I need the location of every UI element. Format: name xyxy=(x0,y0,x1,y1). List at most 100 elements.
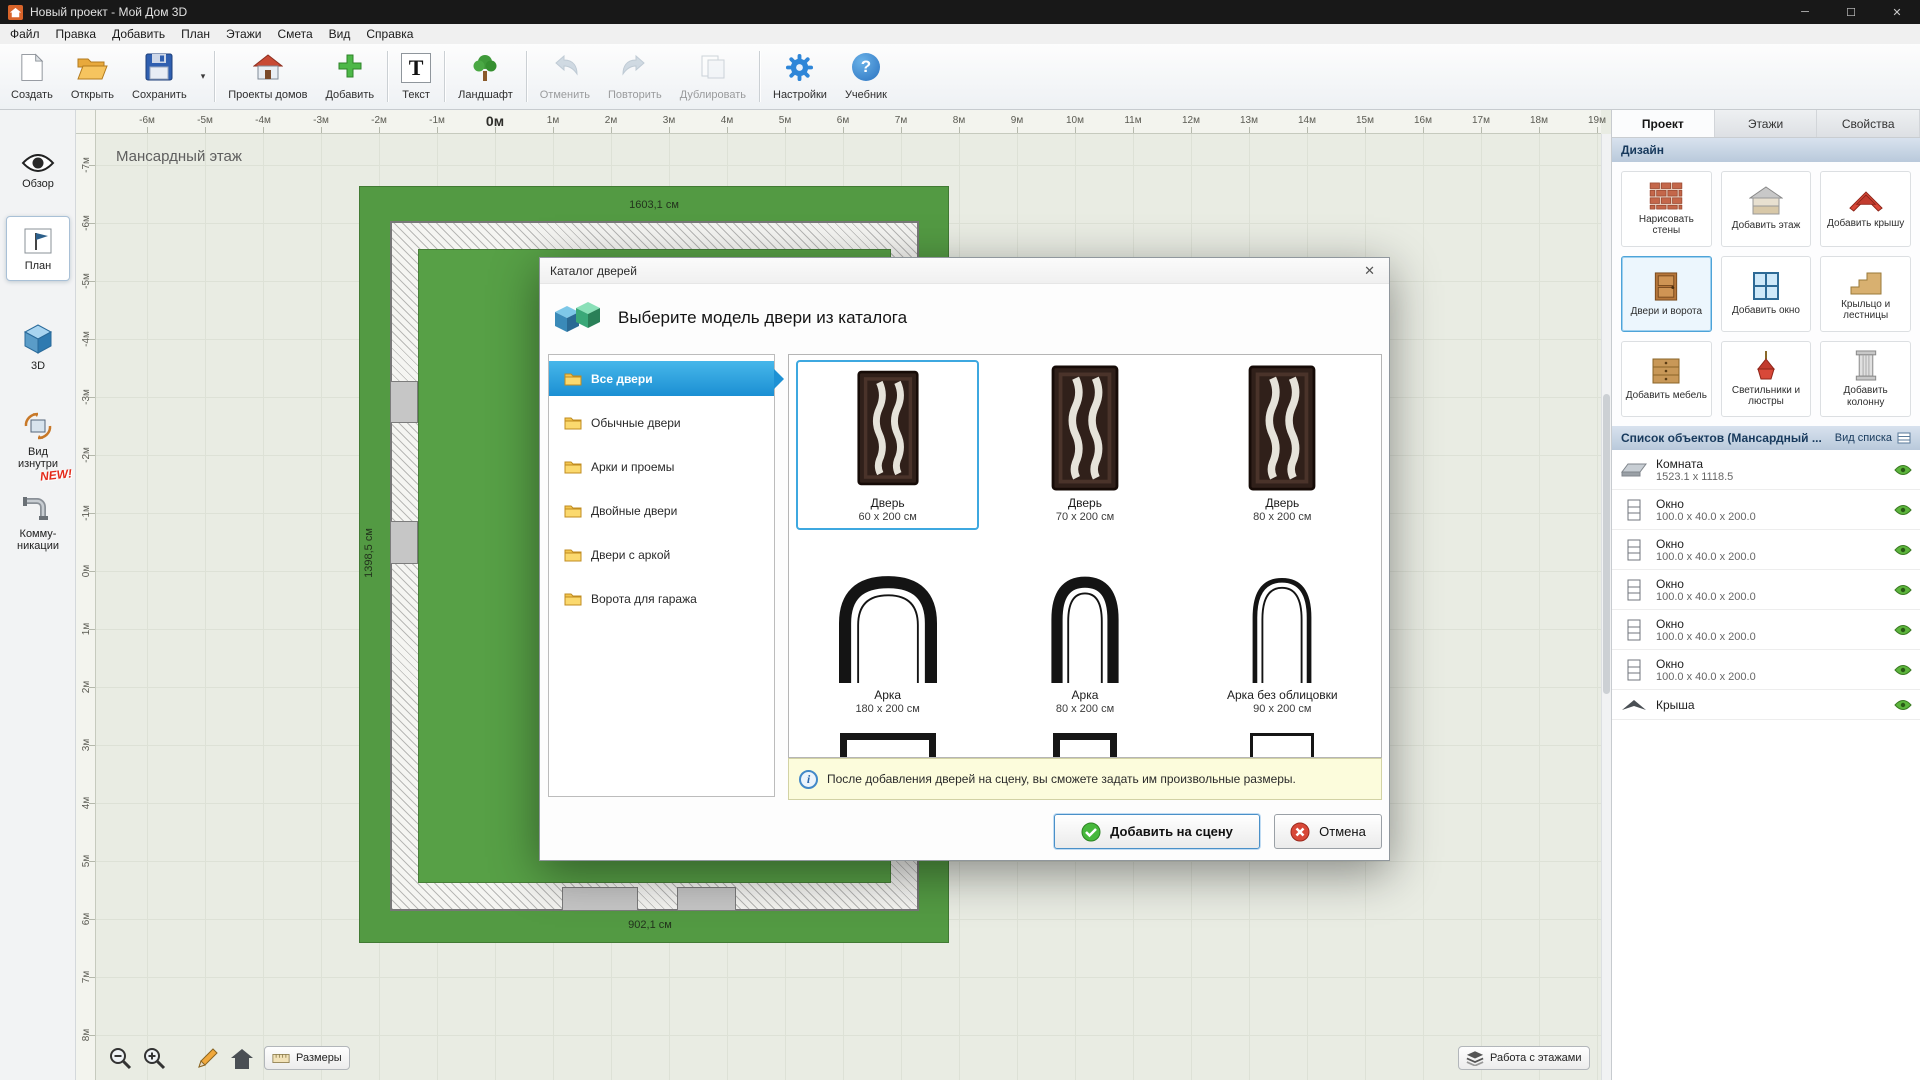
house-projects-button[interactable]: Проекты домов xyxy=(219,47,316,106)
text-icon: T xyxy=(401,53,431,83)
category-arches[interactable]: Арки и проемы xyxy=(556,449,767,484)
add-to-scene-button[interactable]: Добавить на сцену xyxy=(1054,814,1260,849)
ruler-label: 17м xyxy=(1472,115,1490,126)
menu-file[interactable]: Файл xyxy=(2,24,48,44)
visibility-eye-icon[interactable] xyxy=(1894,624,1912,636)
add-button[interactable]: Добавить xyxy=(316,47,383,106)
porch-stairs-button[interactable]: Крыльцо и лестницы xyxy=(1820,256,1911,332)
category-arched-doors[interactable]: Двери с аркой xyxy=(556,537,767,572)
question-icon: ? xyxy=(852,53,880,81)
category-garage-gates[interactable]: Ворота для гаража xyxy=(556,581,767,616)
add-column-button[interactable]: Добавить колонну xyxy=(1820,341,1911,417)
menu-view[interactable]: Вид xyxy=(321,24,359,44)
catalog-item-partial[interactable] xyxy=(986,727,1183,758)
minimize-button[interactable]: ─ xyxy=(1782,0,1828,24)
sidebar-item-communications[interactable]: Комму-никации xyxy=(6,486,70,562)
add-floor-button[interactable]: Добавить этаж xyxy=(1721,171,1812,247)
open-button[interactable]: Открыть xyxy=(62,47,123,106)
menu-floors[interactable]: Этажи xyxy=(218,24,269,44)
landscape-button[interactable]: Ландшафт xyxy=(449,47,522,106)
new-document-icon xyxy=(20,53,44,82)
home-view-button[interactable] xyxy=(230,1048,254,1070)
plan-window[interactable] xyxy=(390,381,418,423)
category-label: Двойные двери xyxy=(591,504,677,518)
pencil-tool-button[interactable] xyxy=(196,1046,220,1070)
doors-gates-button[interactable]: Двери и ворота xyxy=(1621,256,1712,332)
object-row-window[interactable]: Окно100.0 x 40.0 x 200.0 xyxy=(1612,490,1920,530)
left-sidebar: Обзор План 3D Вид изнутри NEW! Комму-ник… xyxy=(0,110,76,1080)
cancel-button[interactable]: Отмена xyxy=(1274,814,1382,849)
visibility-eye-icon[interactable] xyxy=(1894,584,1912,596)
dimensions-toggle-button[interactable]: Размеры xyxy=(264,1046,350,1070)
tab-floors[interactable]: Этажи xyxy=(1715,110,1818,137)
zoom-in-button[interactable] xyxy=(142,1046,166,1070)
visibility-eye-icon[interactable] xyxy=(1894,664,1912,676)
menu-edit[interactable]: Правка xyxy=(48,24,105,44)
frame-thumbnail xyxy=(840,733,936,758)
lights-button[interactable]: Светильники и люстры xyxy=(1721,341,1812,417)
dialog-titlebar[interactable]: Каталог дверей ✕ xyxy=(540,258,1389,284)
visibility-eye-icon[interactable] xyxy=(1894,544,1912,556)
category-double-doors[interactable]: Двойные двери xyxy=(556,493,767,528)
scrollbar-thumb[interactable] xyxy=(1603,394,1610,694)
pipes-icon xyxy=(22,495,54,523)
ruler-label: -6м xyxy=(139,115,155,126)
catalog-item-door-60[interactable]: Дверь 60 x 200 см xyxy=(796,360,979,530)
catalog-item-partial[interactable] xyxy=(1184,727,1381,758)
object-row-window[interactable]: Окно100.0 x 40.0 x 200.0 xyxy=(1612,530,1920,570)
catalog-item-arch-180[interactable]: Арка 180 x 200 см xyxy=(796,540,979,722)
roof-small-icon xyxy=(1620,698,1648,712)
menu-add[interactable]: Добавить xyxy=(104,24,173,44)
catalog-item-arch-noclad-90[interactable]: Арка без облицовки 90 x 200 см xyxy=(1191,540,1374,722)
object-row-window[interactable]: Окно100.0 x 40.0 x 200.0 xyxy=(1612,570,1920,610)
plan-window[interactable] xyxy=(677,887,736,911)
tutorial-button[interactable]: ? Учебник xyxy=(836,47,896,106)
object-row-window[interactable]: Окно100.0 x 40.0 x 200.0 xyxy=(1612,610,1920,650)
save-dropdown-arrow[interactable]: ▾ xyxy=(196,47,211,106)
catalog-item-door-70[interactable]: Дверь 70 x 200 см xyxy=(993,360,1176,530)
floors-mode-button[interactable]: Работа с этажами xyxy=(1458,1046,1590,1070)
create-button[interactable]: Создать xyxy=(2,47,62,106)
close-button[interactable]: ✕ xyxy=(1874,0,1920,24)
sidebar-item-overview[interactable]: Обзор xyxy=(6,144,70,199)
add-roof-button[interactable]: Добавить крышу xyxy=(1820,171,1911,247)
ruler-label: -3м xyxy=(313,115,329,126)
view-list-control[interactable]: Вид списка xyxy=(1835,432,1911,444)
catalog-item-arch-80[interactable]: Арка 80 x 200 см xyxy=(993,540,1176,722)
save-button[interactable]: Сохранить xyxy=(123,47,196,106)
text-button[interactable]: T Текст xyxy=(392,47,440,106)
undo-button: Отменить xyxy=(531,47,599,106)
visibility-eye-icon[interactable] xyxy=(1894,504,1912,516)
object-row-window[interactable]: Окно100.0 x 40.0 x 200.0 xyxy=(1612,650,1920,690)
category-all-doors[interactable]: Все двери xyxy=(549,361,774,396)
ruler-label: 2м xyxy=(76,677,96,697)
tab-project[interactable]: Проект xyxy=(1612,110,1715,137)
item-name: Дверь xyxy=(1265,496,1299,511)
draw-walls-button[interactable]: Нарисовать стены xyxy=(1621,171,1712,247)
sidebar-item-3d[interactable]: 3D xyxy=(6,314,70,381)
object-row-roof[interactable]: Крыша xyxy=(1612,690,1920,720)
object-row-room[interactable]: Комната1523.1 x 1118.5 xyxy=(1612,450,1920,490)
category-label: Обычные двери xyxy=(591,416,681,430)
tab-properties[interactable]: Свойства xyxy=(1817,110,1920,137)
plan-window[interactable] xyxy=(562,887,638,911)
settings-button[interactable]: Настройки xyxy=(764,47,836,106)
dialog-close-icon[interactable]: ✕ xyxy=(1360,263,1379,279)
menu-plan[interactable]: План xyxy=(173,24,218,44)
category-regular-doors[interactable]: Обычные двери xyxy=(556,405,767,440)
zoom-out-button[interactable] xyxy=(108,1046,132,1070)
object-list: Комната1523.1 x 1118.5 Окно100.0 x 40.0 … xyxy=(1612,450,1920,720)
sidebar-item-plan[interactable]: План xyxy=(6,216,70,281)
add-furniture-button[interactable]: Добавить мебель xyxy=(1621,341,1712,417)
maximize-button[interactable]: ☐ xyxy=(1828,0,1874,24)
visibility-eye-icon[interactable] xyxy=(1894,699,1912,711)
menu-help[interactable]: Справка xyxy=(358,24,421,44)
catalog-item-door-80[interactable]: Дверь 80 x 200 см xyxy=(1191,360,1374,530)
plan-window[interactable] xyxy=(390,521,418,564)
ruler-label: 4м xyxy=(76,793,96,813)
visibility-eye-icon[interactable] xyxy=(1894,464,1912,476)
menu-estimate[interactable]: Смета xyxy=(269,24,320,44)
add-window-button[interactable]: Добавить окно xyxy=(1721,256,1812,332)
canvas-scrollbar[interactable] xyxy=(1601,134,1611,1080)
catalog-item-partial[interactable] xyxy=(789,727,986,758)
